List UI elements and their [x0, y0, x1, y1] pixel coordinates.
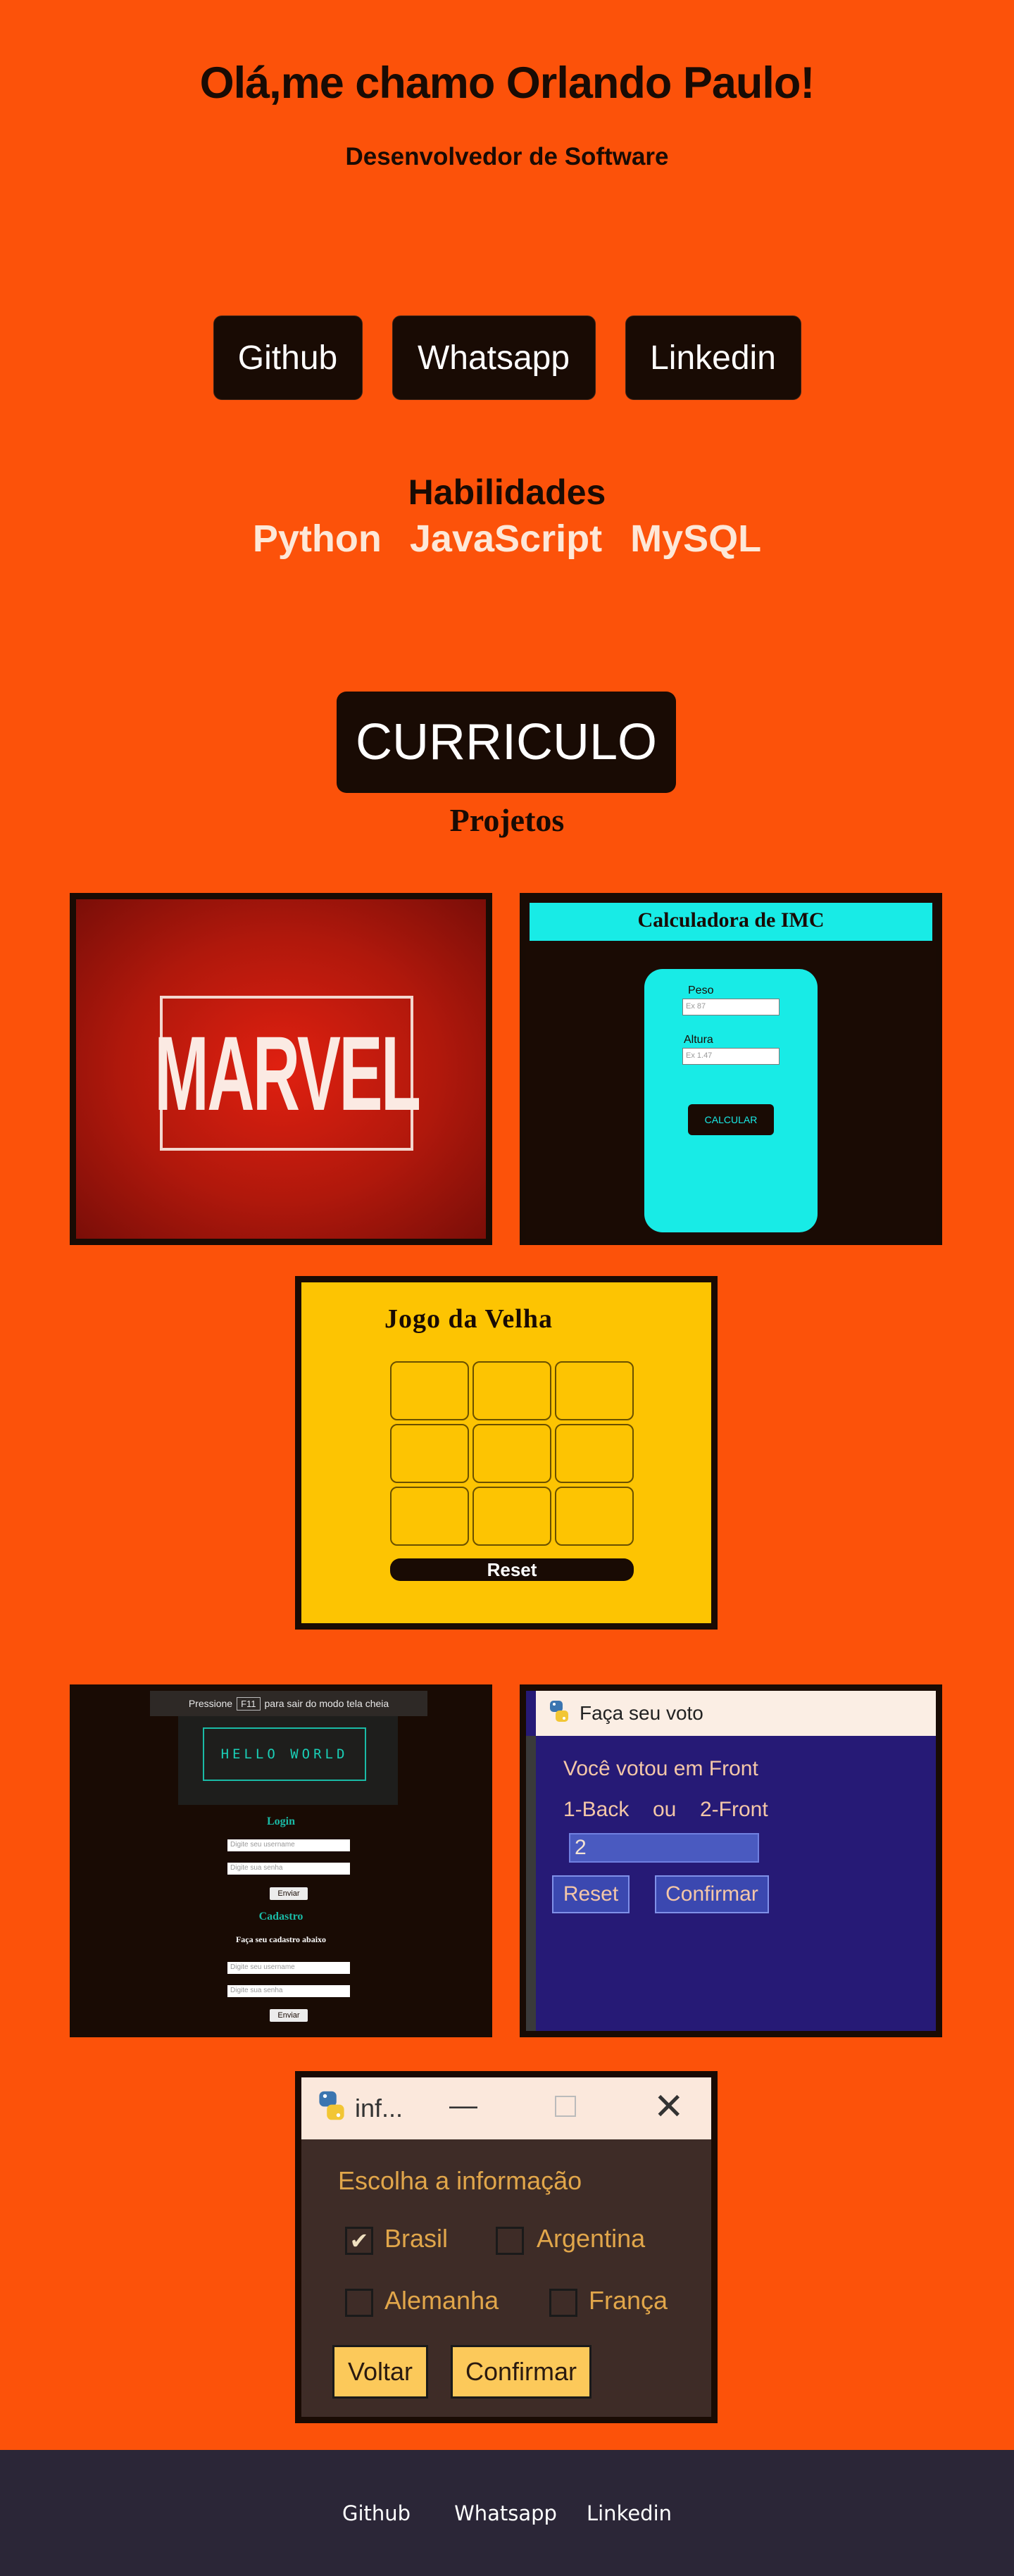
cadastro-username-input[interactable]: Digite seu username	[227, 1962, 350, 1974]
voto-input[interactable]: 2	[569, 1833, 759, 1863]
imc-altura-label: Altura	[684, 1034, 713, 1046]
curriculo-button[interactable]: CURRICULO	[337, 692, 676, 793]
info-confirm-button[interactable]: Confirmar	[451, 2345, 592, 2399]
hero-subtitle: Desenvolvedor de Software	[345, 143, 669, 170]
footer-github-link[interactable]: Github	[327, 2501, 425, 2525]
velha-thumbnail: Jogo da Velha Reset	[301, 1282, 711, 1623]
project-card-voto[interactable]: Faça seu voto Você votou em Front 1-Back…	[520, 1684, 942, 2037]
voto-reset-button[interactable]: Reset	[552, 1875, 630, 1913]
imc-peso-input[interactable]: Ex 87	[682, 999, 780, 1015]
hello-text: HELLO WORLD	[220, 1746, 349, 1762]
cadastro-note: Faça seu cadastro abaixo	[235, 1934, 327, 1944]
minimize-icon[interactable]: —	[449, 2090, 477, 2122]
skill-python: Python	[252, 518, 382, 560]
velha-cell[interactable]	[472, 1361, 551, 1420]
whatsapp-button[interactable]: Whatsapp	[392, 315, 596, 400]
fullscreen-notice-suffix: para sair do modo tela cheia	[264, 1698, 389, 1709]
project-card-marvel[interactable]: MARVEL	[70, 893, 492, 1245]
imc-altura-input[interactable]: Ex 1.47	[682, 1048, 780, 1065]
voto-option-back: 1-Back	[563, 1798, 630, 1821]
f11-key: F11	[237, 1696, 261, 1711]
velha-title: Jogo da Velha	[384, 1304, 553, 1334]
imc-title: Calculadora de IMC	[530, 903, 932, 941]
hello-box: HELLO WORLD	[203, 1727, 366, 1781]
checkbox-brasil[interactable]: ✔	[345, 2227, 373, 2255]
info-titlebar: inf... — ✕	[301, 2077, 711, 2139]
cadastro-send-button[interactable]: Enviar	[270, 2009, 308, 2022]
hello-screen: HELLO WORLD	[178, 1716, 398, 1805]
fullscreen-notice-prefix: Pressione	[188, 1698, 233, 1709]
option-brasil-label: Brasil	[384, 2224, 449, 2253]
skill-mysql: MySQL	[630, 518, 762, 560]
projects-title: Projetos	[449, 802, 565, 838]
option-franca-label: França	[589, 2286, 668, 2315]
python-icon	[315, 2089, 348, 2128]
option-argentina-label: Argentina	[537, 2224, 646, 2253]
login-username-input[interactable]: Digite seu username	[227, 1839, 350, 1851]
skills-title: Habilidades	[408, 473, 606, 512]
imc-peso-label: Peso	[688, 984, 714, 996]
voto-confirm-button[interactable]: Confirmar	[655, 1875, 769, 1913]
voto-window-title: Faça seu voto	[580, 1702, 703, 1724]
marvel-logo-text: MARVEL	[154, 1014, 421, 1132]
login-title: Login	[266, 1815, 295, 1827]
login-password-input[interactable]: Digite sua senha	[227, 1863, 350, 1875]
project-card-imc[interactable]: Calculadora de IMC Peso Ex 87 Altura Ex …	[520, 893, 942, 1245]
velha-cell[interactable]	[390, 1361, 469, 1420]
project-card-velha[interactable]: Jogo da Velha Reset	[295, 1276, 718, 1630]
hello-thumbnail: Pressione F11 para sair do modo tela che…	[76, 1691, 486, 2031]
checkbox-franca[interactable]	[549, 2289, 577, 2317]
footer-linkedin-link[interactable]: Linkedin	[572, 2501, 687, 2525]
footer: Github Whatsapp Linkedin	[0, 2450, 1014, 2576]
marvel-logo: MARVEL	[154, 996, 421, 1151]
velha-cell[interactable]	[472, 1487, 551, 1546]
hero-title: Olá,me chamo Orlando Paulo!	[199, 58, 815, 108]
velha-cell[interactable]	[472, 1424, 551, 1483]
voto-thumbnail: Faça seu voto Você votou em Front 1-Back…	[526, 1691, 936, 2031]
option-alemanha-label: Alemanha	[384, 2286, 499, 2315]
marvel-thumbnail: MARVEL	[76, 899, 486, 1239]
velha-cell[interactable]	[390, 1424, 469, 1483]
github-button[interactable]: Github	[213, 315, 363, 400]
social-links: Github Whatsapp Linkedin	[0, 315, 1014, 400]
voto-titlebar: Faça seu voto	[536, 1691, 936, 1736]
imc-calcular-button[interactable]: CALCULAR	[688, 1104, 774, 1135]
voto-option-or: ou	[653, 1798, 677, 1821]
velha-cell[interactable]	[555, 1361, 634, 1420]
project-card-info[interactable]: inf... — ✕ Escolha a informação ✔ Brasil…	[295, 2071, 718, 2423]
imc-form-panel: Peso Ex 87 Altura Ex 1.47 CALCULAR	[644, 969, 818, 1232]
velha-cell[interactable]	[555, 1424, 634, 1483]
python-icon	[547, 1699, 571, 1728]
info-prompt: Escolha a informação	[338, 2166, 582, 2195]
window-edge	[526, 1736, 536, 2031]
skill-javascript: JavaScript	[409, 518, 603, 560]
checkbox-alemanha[interactable]	[345, 2289, 373, 2317]
info-window-title: inf...	[355, 2094, 403, 2122]
voto-option-front: 2-Front	[700, 1798, 768, 1821]
cadastro-title: Cadastro	[258, 1911, 303, 1922]
voto-result-text: Você votou em Front	[563, 1757, 758, 1780]
velha-reset-button[interactable]: Reset	[390, 1558, 634, 1581]
velha-board	[390, 1361, 634, 1546]
login-send-button[interactable]: Enviar	[270, 1887, 308, 1900]
maximize-icon[interactable]	[555, 2096, 576, 2117]
fullscreen-notice: Pressione F11 para sair do modo tela che…	[150, 1691, 427, 1716]
footer-whatsapp-link[interactable]: Whatsapp	[439, 2501, 572, 2525]
info-back-button[interactable]: Voltar	[332, 2345, 428, 2399]
close-icon[interactable]: ✕	[653, 2086, 684, 2128]
velha-cell[interactable]	[555, 1487, 634, 1546]
info-thumbnail: inf... — ✕ Escolha a informação ✔ Brasil…	[301, 2077, 711, 2417]
velha-cell[interactable]	[390, 1487, 469, 1546]
linkedin-button[interactable]: Linkedin	[625, 315, 801, 400]
project-card-hello[interactable]: Pressione F11 para sair do modo tela che…	[70, 1684, 492, 2037]
skills-list: Python JavaScript MySQL	[0, 517, 1014, 561]
checkbox-argentina[interactable]	[496, 2227, 524, 2255]
imc-thumbnail: Calculadora de IMC Peso Ex 87 Altura Ex …	[526, 899, 936, 1239]
cadastro-password-input[interactable]: Digite sua senha	[227, 1985, 350, 1997]
